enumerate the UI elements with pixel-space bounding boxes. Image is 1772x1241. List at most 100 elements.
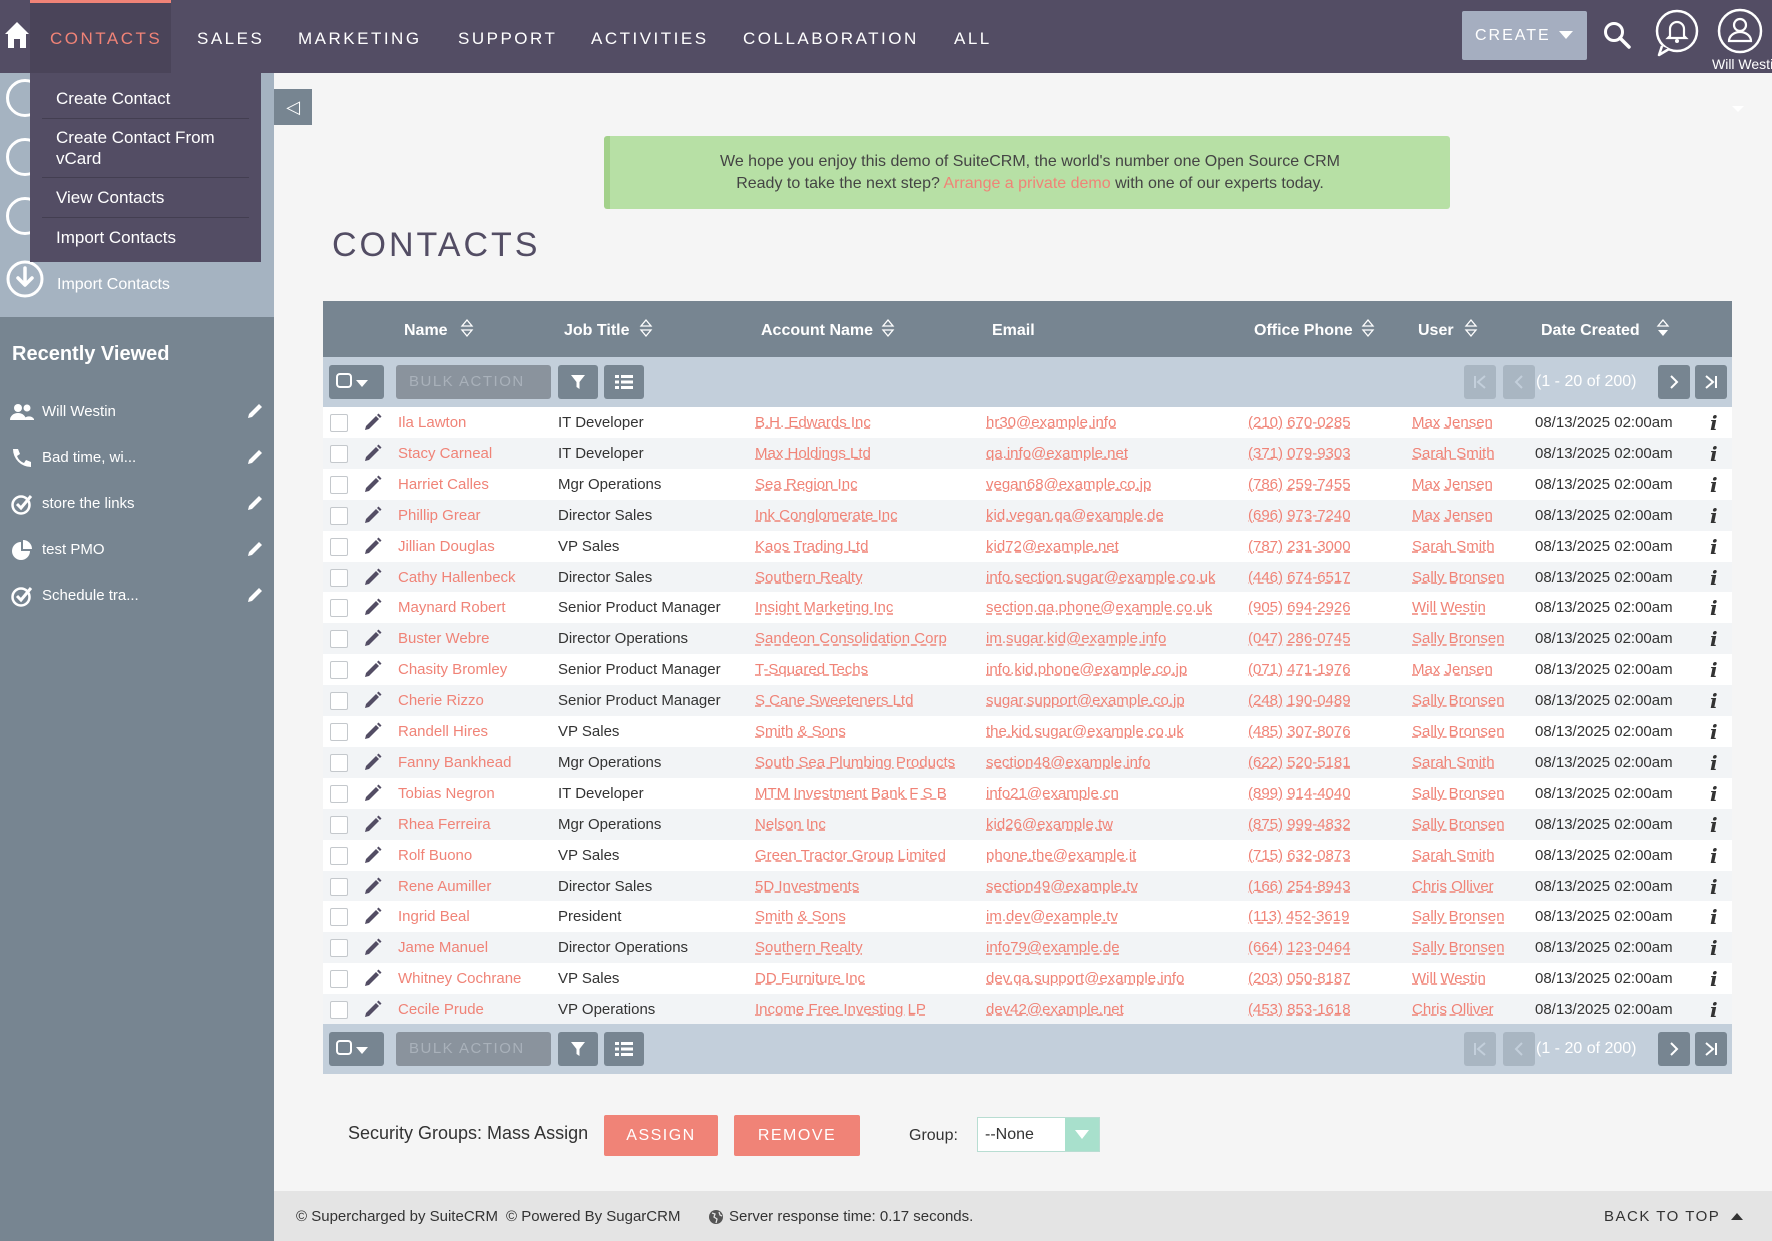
recent-item[interactable]: Will Westin: [10, 398, 264, 428]
recent-item[interactable]: test PMO: [10, 536, 264, 566]
assigned-user-link[interactable]: Sally Bronsen: [1412, 692, 1505, 709]
column-header-user[interactable]: User: [1418, 322, 1454, 340]
menu-import-contacts[interactable]: Import Contacts: [42, 227, 249, 248]
assigned-user-link[interactable]: Sally Bronsen: [1412, 569, 1505, 586]
office-phone-link[interactable]: (485) 307-8076: [1248, 723, 1351, 740]
pencil-icon[interactable]: [246, 448, 264, 466]
pencil-icon[interactable]: [363, 784, 382, 803]
assigned-user-link[interactable]: Sarah Smith: [1412, 445, 1495, 462]
row-checkbox[interactable]: [330, 815, 348, 834]
office-phone-link[interactable]: (371) 079-9303: [1248, 445, 1351, 462]
office-phone-link[interactable]: (446) 674-6517: [1248, 569, 1351, 586]
account-name-link[interactable]: T-Squared Techs: [755, 661, 868, 678]
account-name-link[interactable]: Income Free Investing LP: [755, 1001, 926, 1018]
contact-name-link[interactable]: Stacy Carneal: [398, 445, 492, 462]
column-header-office-phone[interactable]: Office Phone: [1254, 322, 1353, 340]
back-to-top-link[interactable]: BACK TO TOP: [1604, 1208, 1744, 1225]
pencil-icon[interactable]: [363, 598, 382, 617]
account-name-link[interactable]: Nelson Inc: [755, 816, 826, 833]
assigned-user-link[interactable]: Max Jensen: [1412, 476, 1493, 493]
email-link[interactable]: phone.the@example.it: [986, 847, 1136, 864]
contact-name-link[interactable]: Buster Webre: [398, 630, 489, 647]
nav-sales[interactable]: SALES: [197, 0, 264, 73]
office-phone-link[interactable]: (210) 670-0285: [1248, 414, 1351, 431]
pencil-icon[interactable]: [363, 413, 382, 432]
office-phone-link[interactable]: (875) 999-4832: [1248, 816, 1351, 833]
sort-desc-icon[interactable]: [1656, 318, 1670, 338]
email-link[interactable]: hr30@example.info: [986, 414, 1116, 431]
info-icon[interactable]: i: [1710, 720, 1718, 744]
contact-name-link[interactable]: Cathy Hallenbeck: [398, 569, 516, 586]
row-checkbox[interactable]: [330, 630, 348, 649]
info-icon[interactable]: i: [1710, 905, 1718, 929]
pencil-icon[interactable]: [363, 815, 382, 834]
email-link[interactable]: info21@example.cn: [986, 785, 1119, 802]
account-name-link[interactable]: Insight Marketing Inc: [755, 599, 893, 616]
sidebar-import-contacts[interactable]: Import Contacts: [57, 276, 170, 294]
search-icon[interactable]: [1602, 20, 1632, 50]
account-name-link[interactable]: Southern Realty: [755, 939, 863, 956]
first-page-button[interactable]: [1464, 1032, 1496, 1066]
pencil-icon[interactable]: [363, 969, 382, 988]
filter-button[interactable]: [558, 365, 598, 399]
pencil-icon[interactable]: [363, 537, 382, 556]
collapse-sidebar-button[interactable]: ◁: [274, 89, 312, 125]
pencil-icon[interactable]: [363, 907, 382, 926]
recent-item[interactable]: Bad time, wi...: [10, 444, 264, 474]
assigned-user-link[interactable]: Sally Bronsen: [1412, 816, 1505, 833]
row-checkbox[interactable]: [330, 784, 348, 803]
account-name-link[interactable]: MTM Investment Bank F S B: [755, 785, 947, 802]
last-page-button[interactable]: [1695, 365, 1727, 399]
select-dropdown-button[interactable]: [329, 1032, 384, 1066]
prev-page-button[interactable]: [1503, 365, 1535, 399]
row-checkbox[interactable]: [330, 753, 348, 772]
office-phone-link[interactable]: (905) 694-2926: [1248, 599, 1351, 616]
pencil-icon[interactable]: [363, 938, 382, 957]
column-header-name[interactable]: Name: [404, 322, 448, 340]
notification-bell-icon[interactable]: [1654, 8, 1700, 58]
column-chooser-button[interactable]: [604, 365, 644, 399]
pencil-icon[interactable]: [363, 506, 382, 525]
office-phone-link[interactable]: (664) 123-0464: [1248, 939, 1351, 956]
assigned-user-link[interactable]: Sally Bronsen: [1412, 630, 1505, 647]
row-checkbox[interactable]: [330, 970, 348, 989]
info-icon[interactable]: i: [1710, 627, 1718, 651]
email-link[interactable]: vegan68@example.co.jp: [986, 476, 1151, 493]
account-name-link[interactable]: S Cane Sweeteners Ltd: [755, 692, 913, 709]
nav-support[interactable]: SUPPORT: [458, 0, 557, 73]
menu-view-contacts[interactable]: View Contacts: [42, 187, 249, 208]
office-phone-link[interactable]: (787) 231-3000: [1248, 538, 1351, 555]
info-icon[interactable]: i: [1710, 689, 1718, 713]
prev-page-button[interactable]: [1503, 1032, 1535, 1066]
email-link[interactable]: kid26@example.tw: [986, 816, 1113, 833]
menu-create-contact-vcard[interactable]: Create Contact From vCard: [42, 127, 249, 169]
pencil-icon[interactable]: [363, 691, 382, 710]
last-page-button[interactable]: [1695, 1032, 1727, 1066]
contact-name-link[interactable]: Rolf Buono: [398, 847, 472, 864]
contact-name-link[interactable]: Harriet Calles: [398, 476, 489, 493]
assigned-user-link[interactable]: Sally Bronsen: [1412, 723, 1505, 740]
email-link[interactable]: info.section.sugar@example.co.uk: [986, 569, 1216, 586]
pencil-icon[interactable]: [246, 540, 264, 558]
contact-name-link[interactable]: Ila Lawton: [398, 414, 466, 431]
sort-icon[interactable]: [460, 318, 474, 338]
account-name-link[interactable]: Sea Region Inc: [755, 476, 858, 493]
email-link[interactable]: section.qa.phone@example.co.uk: [986, 599, 1212, 616]
row-checkbox[interactable]: [330, 475, 348, 494]
contact-name-link[interactable]: Jillian Douglas: [398, 538, 495, 555]
row-checkbox[interactable]: [330, 846, 348, 865]
info-icon[interactable]: i: [1710, 936, 1718, 960]
assigned-user-link[interactable]: Will Westin: [1412, 599, 1486, 616]
account-name-link[interactable]: Max Holdings Ltd: [755, 445, 871, 462]
menu-create-contact[interactable]: Create Contact: [42, 88, 249, 109]
bulk-action-button[interactable]: BULK ACTION: [396, 365, 551, 399]
office-phone-link[interactable]: (166) 254-8943: [1248, 878, 1351, 895]
filter-button[interactable]: [558, 1032, 598, 1066]
email-link[interactable]: info.kid.phone@example.co.jp: [986, 661, 1187, 678]
email-link[interactable]: dev42@example.net: [986, 1001, 1124, 1018]
info-icon[interactable]: i: [1710, 411, 1718, 435]
email-link[interactable]: qa.info@example.net: [986, 445, 1128, 462]
account-name-link[interactable]: B.H. Edwards Inc: [755, 414, 871, 431]
office-phone-link[interactable]: (786) 259-7455: [1248, 476, 1351, 493]
pencil-icon[interactable]: [363, 568, 382, 587]
